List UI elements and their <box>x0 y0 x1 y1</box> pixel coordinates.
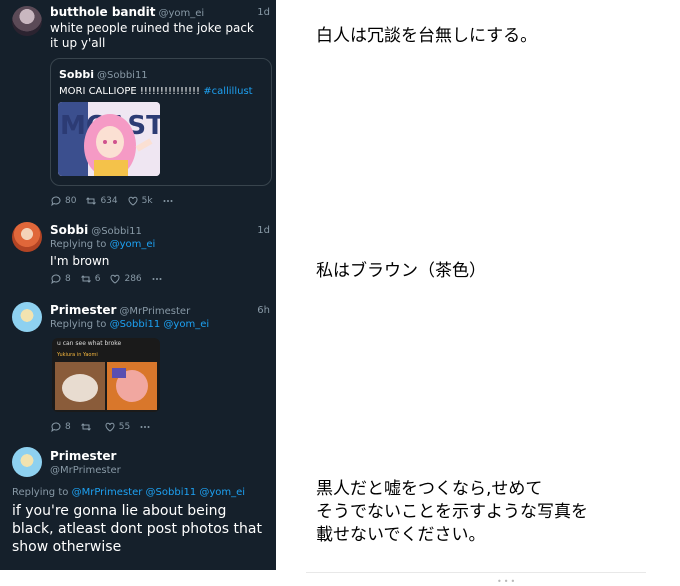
more-icon <box>140 426 150 428</box>
reply-icon <box>51 274 61 285</box>
tweet-actions: 8 6 286 <box>50 273 163 285</box>
tweet-author-name[interactable]: Primester <box>50 449 116 463</box>
attached-image[interactable]: u can see what broke Yukiura in Yaomi <box>52 338 160 412</box>
replying-to: Replying to @MrPrimester @Sobbi11 @yom_e… <box>12 487 245 498</box>
tweet-actions: 80 634 5k <box>50 195 174 207</box>
reply-count: 8 <box>65 274 71 284</box>
avatar[interactable] <box>12 222 42 252</box>
replying-to: Replying to @Sobbi11 @yom_ei <box>50 319 209 330</box>
more-button[interactable] <box>139 421 151 433</box>
anime-girl-illustration: MOAST <box>58 102 160 176</box>
reply-count: 8 <box>65 422 71 432</box>
replying-mention[interactable]: @yom_ei <box>110 239 156 250</box>
replying-mention[interactable]: @Sobbi11 @yom_ei <box>110 319 210 330</box>
quoted-image[interactable]: MOAST <box>58 102 160 176</box>
more-icon <box>152 278 162 280</box>
translation-2: 私はブラウン（茶色） <box>316 261 486 281</box>
author-name: butthole bandit <box>50 5 156 19</box>
tweet-text: I'm brown <box>50 254 110 268</box>
tweet-author[interactable]: butthole bandit @yom_ei <box>50 5 204 19</box>
tweet-text: white people ruined the joke pack it up … <box>50 21 254 50</box>
more-button[interactable] <box>151 273 163 285</box>
reply-button[interactable]: 80 <box>50 195 76 207</box>
game-screenshot <box>55 362 157 410</box>
retweet-icon <box>80 275 91 283</box>
quote-author: Sobbi @Sobbi11 <box>59 68 148 81</box>
retweet-button[interactable] <box>80 421 95 433</box>
tweet-1[interactable]: butthole bandit @yom_ei 1d white people r… <box>0 0 276 210</box>
like-button[interactable]: 5k <box>127 195 153 207</box>
replying-label: Replying to <box>50 239 107 250</box>
retweet-icon <box>80 423 91 431</box>
reply-icon <box>51 422 61 433</box>
avatar[interactable] <box>12 447 42 477</box>
retweet-button[interactable]: 634 <box>85 195 118 207</box>
translation-3a: 黒人だと嘘をつくなら,せめて <box>316 479 543 499</box>
tweet-time: 1d <box>257 7 270 18</box>
replying-to: Replying to @yom_ei <box>50 239 155 250</box>
retweet-button[interactable]: 6 <box>80 273 101 285</box>
quote-author-handle: @Sobbi11 <box>97 70 148 81</box>
quote-body: MORI CALLIOPE !!!!!!!!!!!!!!! <box>59 86 204 97</box>
quote-author-name: Sobbi <box>59 68 94 81</box>
translation-1: 白人は冗談を台無しにする。 <box>316 26 538 46</box>
translation-3b: そうでないことを示すような写真を <box>316 502 588 522</box>
tweet-author-handle: @MrPrimester <box>50 465 121 476</box>
author-name: Sobbi <box>50 223 89 237</box>
like-icon <box>128 196 138 206</box>
tweet-text: if you're gonna lie about being black, a… <box>12 503 262 555</box>
more-button[interactable] <box>162 195 174 207</box>
tweet-author[interactable]: Sobbi @Sobbi11 <box>50 223 142 237</box>
author-handle: @MrPrimester <box>119 306 191 317</box>
like-button[interactable]: 286 <box>109 273 142 285</box>
like-icon <box>110 274 120 284</box>
replying-mention[interactable]: @MrPrimester @Sobbi11 @yom_ei <box>72 487 246 498</box>
divider <box>306 572 646 573</box>
tweet-actions: 8 55 <box>50 421 151 433</box>
tweet-2[interactable]: Sobbi @Sobbi11 1d Replying to @yom_ei I'm… <box>0 216 276 294</box>
like-icon <box>105 422 115 432</box>
retweet-icon <box>86 197 97 205</box>
avatar[interactable] <box>12 6 42 36</box>
quote-hashtag[interactable]: #callillust <box>203 86 252 97</box>
reply-button[interactable]: 8 <box>50 421 71 433</box>
quote-text: MORI CALLIOPE !!!!!!!!!!!!!!! #callillus… <box>59 84 253 99</box>
like-count: 5k <box>141 196 153 206</box>
more-icon <box>163 200 173 202</box>
reply-count: 80 <box>65 196 77 206</box>
avatar[interactable] <box>12 302 42 332</box>
retweet-count: 6 <box>94 274 101 284</box>
like-button[interactable]: 55 <box>104 421 130 433</box>
like-count: 286 <box>124 274 142 284</box>
tweet-time: 6h <box>257 305 270 316</box>
author-name: Primester <box>50 303 117 317</box>
tweet-author[interactable]: Primester @MrPrimester <box>50 303 190 317</box>
reply-button[interactable]: 8 <box>50 273 71 285</box>
retweet-count: 634 <box>100 196 118 206</box>
twitter-thread-panel: butthole bandit @yom_ei 1d white people r… <box>0 0 276 570</box>
tweet-4[interactable]: Primester @MrPrimester Replying to @MrPr… <box>0 444 276 570</box>
author-handle: @yom_ei <box>158 8 205 19</box>
tweet-time: 1d <box>257 225 270 236</box>
replying-label: Replying to <box>50 319 107 330</box>
like-count: 55 <box>118 422 131 432</box>
translation-3c: 載せないでください。 <box>316 525 486 545</box>
author-handle: @Sobbi11 <box>91 226 142 237</box>
reply-icon <box>51 196 61 207</box>
replying-label: Replying to <box>12 487 69 498</box>
